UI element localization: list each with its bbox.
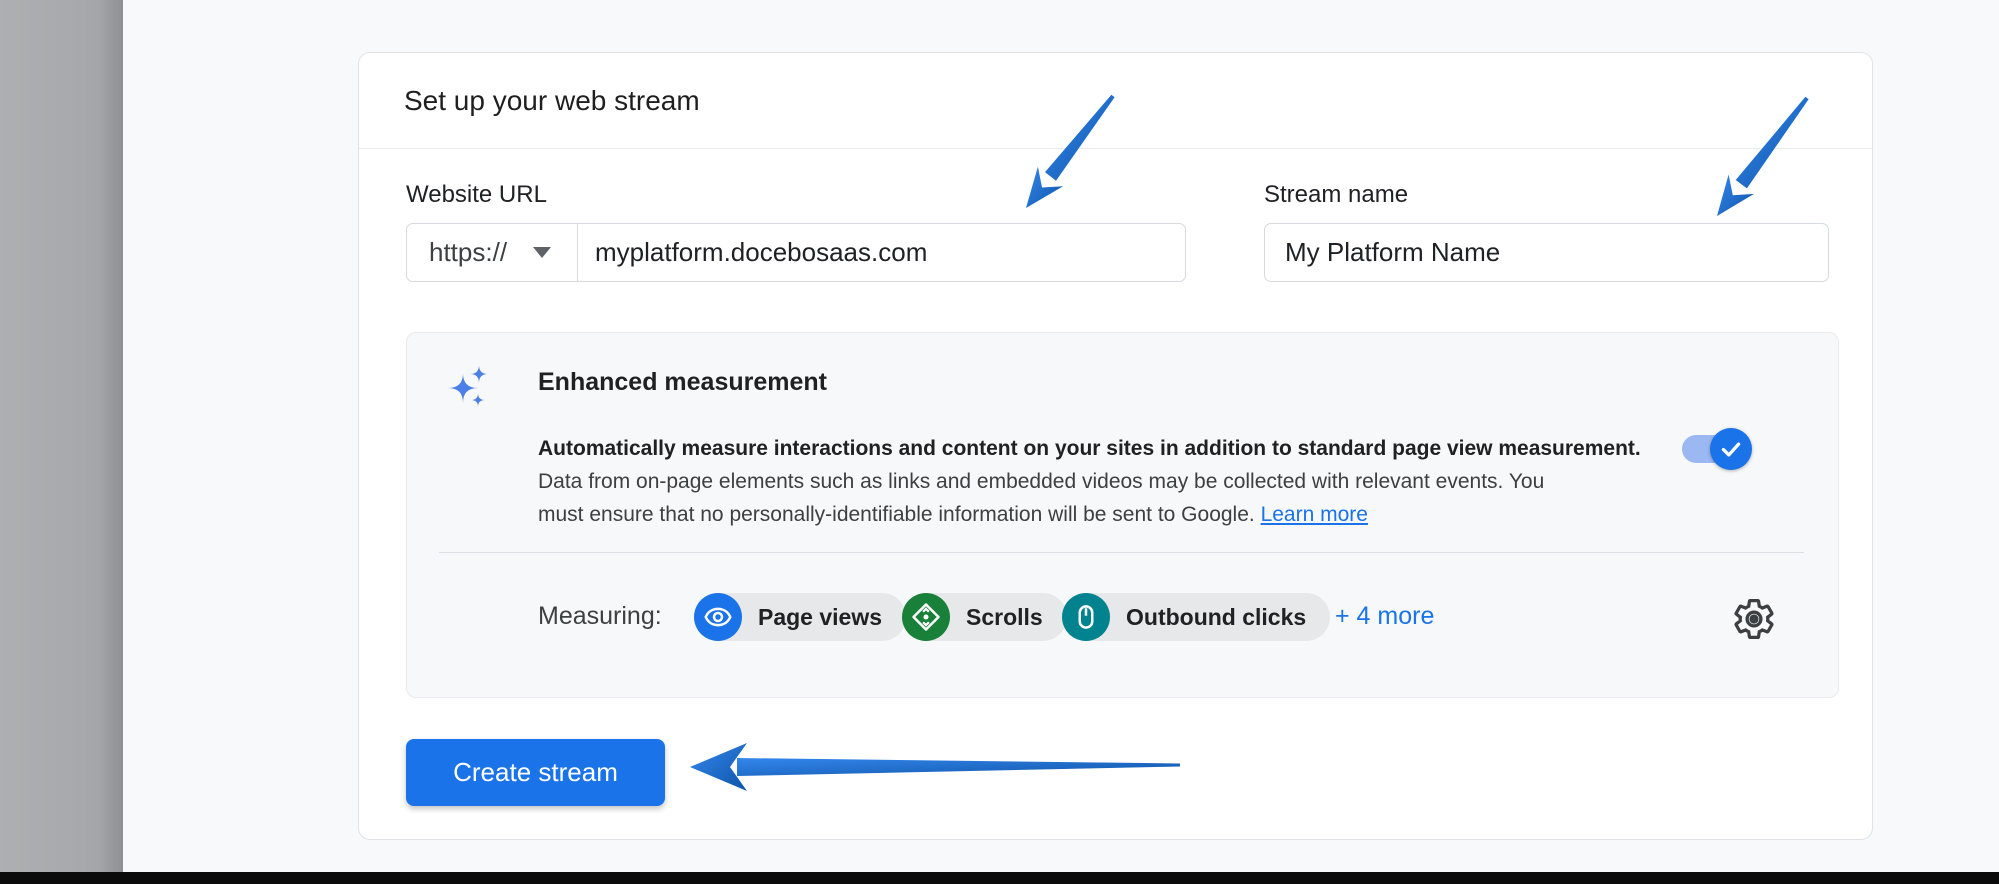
website-url-label: Website URL [406, 181, 547, 209]
chip-label: Scrolls [966, 604, 1043, 631]
divider [439, 552, 1804, 553]
description-line2: Data from on-page elements such as links… [538, 465, 1713, 498]
enhanced-measurement-toggle[interactable] [1682, 435, 1748, 463]
description-line1: Automatically measure interactions and c… [538, 432, 1713, 465]
protocol-value: https:// [429, 237, 507, 268]
bottom-black-bar [0, 872, 1999, 884]
chip-page-views: Page views [694, 593, 906, 641]
enhanced-measurement-description: Automatically measure interactions and c… [538, 432, 1713, 531]
more-measurements-link[interactable]: + 4 more [1335, 602, 1434, 631]
enhanced-measurement-panel: Enhanced measurement Automatically measu… [406, 332, 1839, 698]
screen: Set up your web stream Website URL Strea… [0, 0, 1999, 884]
create-stream-button[interactable]: Create stream [406, 739, 665, 806]
measuring-label: Measuring: [538, 602, 662, 631]
sparkle-icon [446, 362, 494, 410]
enhanced-measurement-title: Enhanced measurement [538, 368, 827, 397]
setup-web-stream-card: Set up your web stream Website URL Strea… [358, 52, 1873, 840]
chip-label: Page views [758, 604, 882, 631]
stream-name-input[interactable] [1264, 223, 1829, 282]
website-url-input[interactable] [578, 224, 1185, 281]
gear-icon[interactable] [1731, 596, 1777, 642]
description-line3: must ensure that no personally-identifia… [538, 498, 1713, 531]
eye-icon [694, 593, 742, 641]
check-icon [1718, 436, 1744, 462]
chip-scrolls: Scrolls [902, 593, 1067, 641]
mouse-icon [1062, 593, 1110, 641]
stream-name-label: Stream name [1264, 181, 1408, 209]
left-background-strip [0, 0, 123, 872]
scroll-icon [902, 593, 950, 641]
chip-label: Outbound clicks [1126, 604, 1306, 631]
website-url-group: https:// [406, 223, 1186, 282]
chevron-down-icon [533, 247, 551, 258]
protocol-dropdown[interactable]: https:// [407, 224, 578, 281]
page-title: Set up your web stream [404, 85, 700, 117]
card-header: Set up your web stream [359, 53, 1872, 149]
chip-outbound-clicks: Outbound clicks [1062, 593, 1330, 641]
toggle-knob [1710, 428, 1752, 470]
learn-more-link[interactable]: Learn more [1261, 503, 1368, 526]
